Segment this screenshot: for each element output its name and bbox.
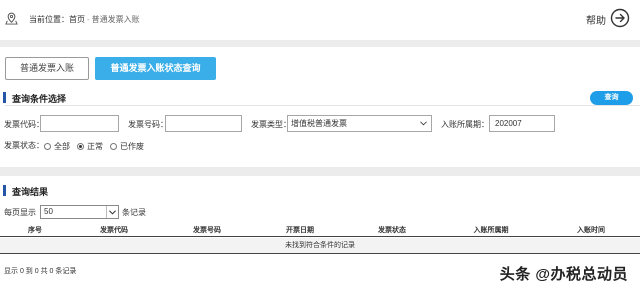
column-header[interactable]: 发票号码 [193,225,221,235]
column-header[interactable]: 序号 [28,225,42,235]
column-header[interactable]: 发票状态 [378,225,406,235]
breadcrumb: 当前位置：首页 - 普通发票入账 [29,14,140,25]
tab-invoice-entry[interactable]: 普通发票入账 [5,57,89,80]
chevron-down-icon [420,121,427,126]
divider [5,105,640,106]
status-option-label: 已作废 [120,142,144,151]
location-label: 当前位置： [29,15,69,24]
pagination-summary: 显示 0 到 0 共 0 条记录 [4,268,77,275]
per-page-label: 每页显示 [4,208,36,217]
section-marker [3,185,6,196]
help-button[interactable]: 帮助 [586,8,630,30]
query-section-title: 查询条件选择 [12,94,67,104]
empty-table-message: 未找到符合条件的记录 [0,238,640,254]
breadcrumb-separator: - [87,15,90,24]
query-button[interactable]: 查询 [590,91,633,105]
status-option-label: 全部 [54,142,70,151]
status-radio-all[interactable]: 全部 [44,141,70,152]
location-icon [5,12,18,25]
results-section-title: 查询结果 [12,187,49,197]
status-radio-normal[interactable]: 正常 [77,141,103,152]
tab-entry-status-query[interactable]: 普通发票入账状态查询 [95,57,216,80]
status-label: 发票状态： [4,141,44,150]
per-page-select[interactable]: 50 [40,205,119,219]
invoice-type-value: 增值税普通发票 [291,119,347,128]
invoice-number-label: 发票号码： [128,120,168,129]
invoice-type-select[interactable]: 增值税普通发票 [287,115,432,132]
invoice-type-label: 发票类型： [251,120,291,129]
radio-indicator [44,143,51,150]
chevron-down-icon [106,206,118,218]
period-label: 入账所属期： [441,120,489,129]
table-header: 序号 发票代码 发票号码 开票日期 发票状态 入账所属期 入账时间 [0,224,640,237]
breadcrumb-home[interactable]: 首页 [69,15,85,24]
per-page-value: 50 [44,207,53,216]
help-label: 帮助 [586,15,606,27]
watermark: 头条 @办税总动员 [499,266,628,283]
radio-indicator-selected [77,143,84,150]
invoice-code-input[interactable] [40,115,119,132]
top-bar: 当前位置：首页 - 普通发票入账 帮助 [0,0,640,40]
column-header[interactable]: 开票日期 [286,225,314,235]
status-option-label: 正常 [87,142,103,151]
section-marker [3,92,6,103]
radio-indicator [110,143,117,150]
invoice-number-input[interactable] [165,115,242,132]
per-page-suffix: 条记录 [122,208,146,217]
invoice-code-label: 发票代码： [4,120,44,129]
column-header[interactable]: 发票代码 [100,225,128,235]
column-header[interactable]: 入账所属期 [474,225,509,235]
breadcrumb-current: 普通发票入账 [91,15,140,24]
arrow-right-circle-icon [610,8,630,30]
status-radio-void[interactable]: 已作废 [110,141,144,152]
column-header[interactable]: 入账时间 [577,225,605,235]
query-panel: 普通发票入账 普通发票入账状态查询 查询条件选择 查询 发票代码： 发票号码： … [0,47,640,167]
period-input[interactable]: 202007 [489,115,555,132]
